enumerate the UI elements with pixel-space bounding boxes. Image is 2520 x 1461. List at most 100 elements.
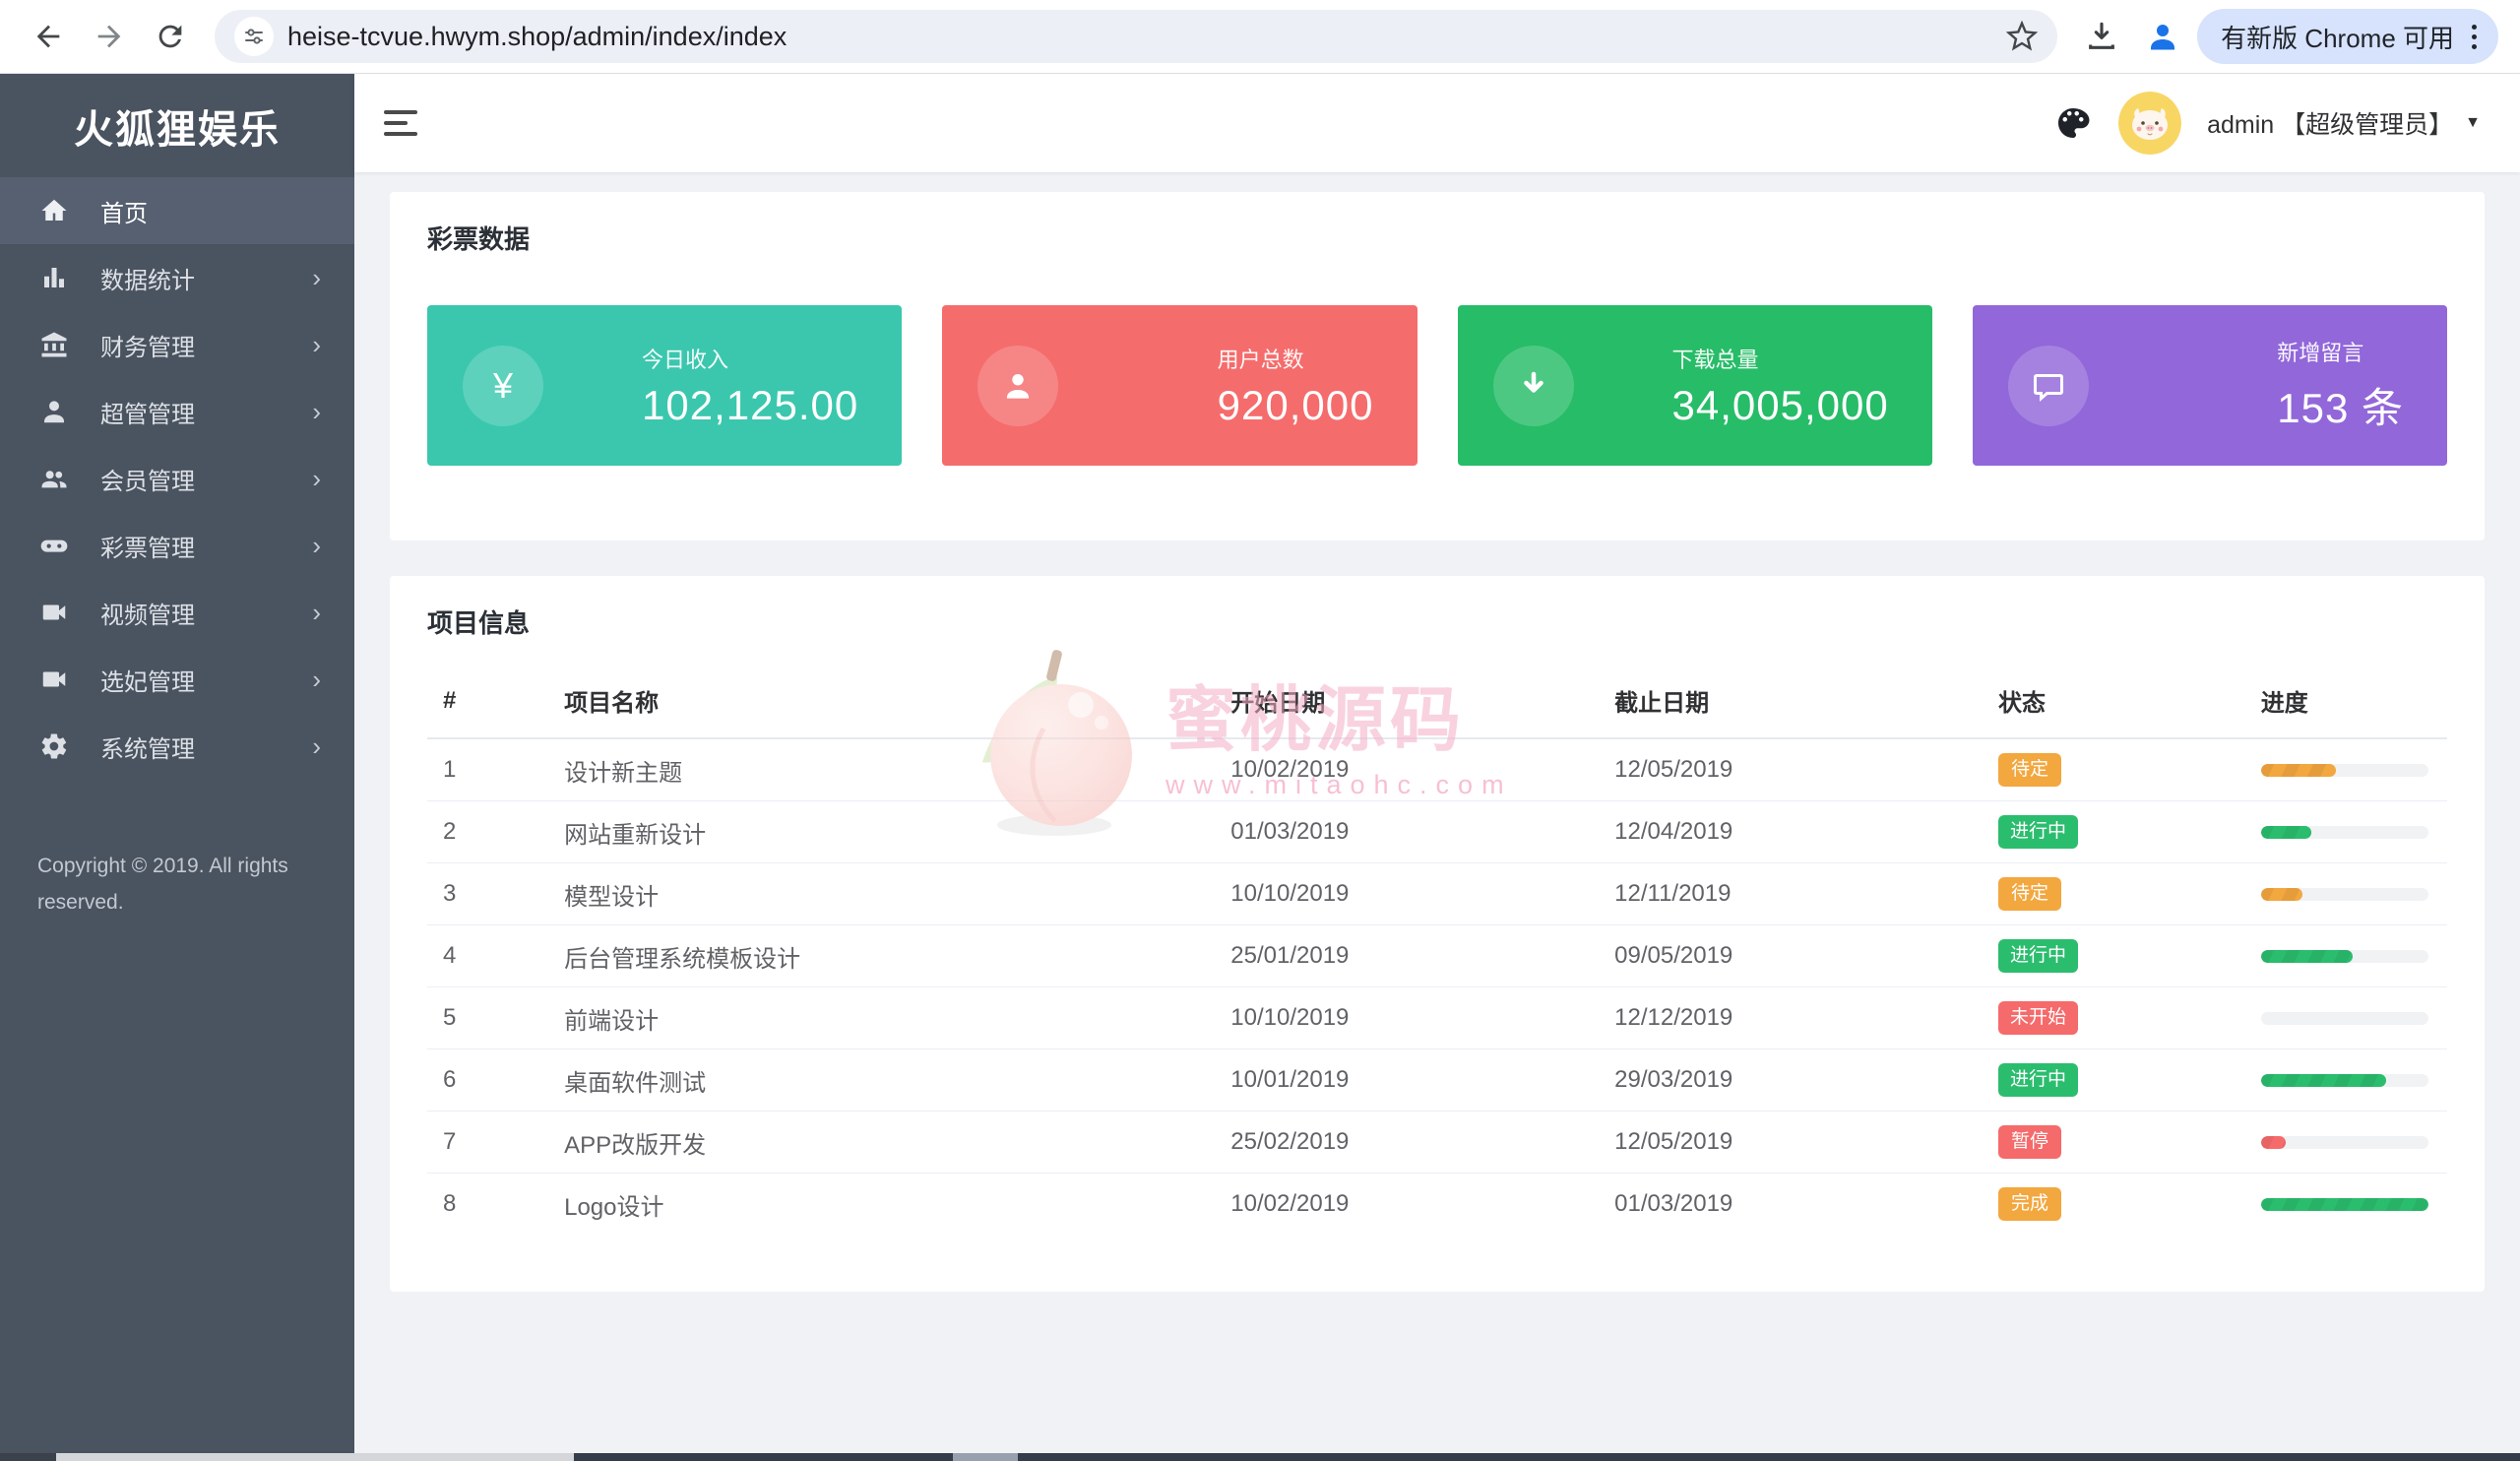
project-name: 网站重新设计 — [548, 800, 1216, 863]
download-arrow-icon — [1492, 345, 1574, 426]
sidebar-item-label: 会员管理 — [100, 468, 195, 495]
user-dropdown[interactable]: admin 【超级管理员】 ▼ — [2207, 105, 2481, 141]
projects-table: # 项目名称 开始日期 截止日期 状态 进度 1 设计新主题 10/02/201 — [427, 666, 2447, 1235]
person-icon — [977, 345, 1059, 426]
stat-label: 下载总量 — [1671, 347, 1759, 372]
comment-icon — [2007, 345, 2089, 426]
sidebar-item-label: 财务管理 — [100, 334, 195, 361]
table-row: 7 APP改版开发 25/02/2019 12/05/2019 暂停 — [427, 1111, 2447, 1174]
back-arrow-icon — [36, 25, 60, 48]
status-badge: 进行中 — [1998, 814, 2079, 850]
project-name: 前端设计 — [548, 986, 1216, 1049]
start-date: 10/01/2019 — [1215, 1048, 1600, 1112]
table-row: 8 Logo设计 10/02/2019 01/03/2019 完成 — [427, 1174, 2447, 1236]
sidebar-item-home[interactable]: 首页 — [0, 177, 354, 244]
copyright-text: Copyright © 2019. All rights reserved. — [37, 855, 288, 914]
bank-icon — [37, 328, 71, 361]
project-name: APP改版开发 — [548, 1111, 1216, 1174]
row-index: 8 — [443, 1190, 457, 1217]
table-row: 6 桌面软件测试 10/01/2019 29/03/2019 进行中 — [427, 1048, 2447, 1112]
sidebar-item-label: 超管管理 — [100, 401, 195, 428]
end-date: 09/05/2019 — [1599, 924, 1984, 987]
sidebar-item-video[interactable]: 视频管理 › — [0, 579, 354, 646]
progress-bar — [2260, 1073, 2428, 1087]
chevron-right-icon: › — [312, 263, 321, 292]
hamburger-menu-icon[interactable] — [384, 101, 427, 145]
lottery-data-panel: 彩票数据 ¥ 今日收入 102,125.00 用户总数 920,000 下载总量… — [390, 192, 2485, 540]
stat-value: 153 条 — [2277, 385, 2404, 431]
bar-chart-icon — [37, 261, 71, 294]
sidebar-item-xuanfei[interactable]: 选妃管理 › — [0, 646, 354, 713]
progress-bar — [2260, 887, 2428, 901]
download-button[interactable] — [2075, 10, 2128, 63]
address-bar[interactable]: heise-tcvue.hwym.shop/admin/index/index — [215, 10, 2058, 63]
chevron-right-icon: › — [312, 731, 321, 761]
yen-icon: ¥ — [463, 345, 543, 426]
bookmark-star-icon[interactable] — [2006, 21, 2039, 52]
status-badge: 进行中 — [1998, 938, 2079, 974]
stat-cards: ¥ 今日收入 102,125.00 用户总数 920,000 下载总量 34,0… — [427, 305, 2447, 466]
chevron-right-icon: › — [312, 397, 321, 426]
status-badge: 进行中 — [1998, 1062, 2079, 1098]
table-row: 2 网站重新设计 01/03/2019 12/04/2019 进行中 — [427, 800, 2447, 863]
profile-button[interactable] — [2136, 10, 2189, 63]
chrome-update-text: 有新版 Chrome 可用 — [2221, 23, 2454, 53]
theme-palette-icon[interactable] — [2053, 103, 2093, 143]
sidebar-item-statistics[interactable]: 数据统计 › — [0, 244, 354, 311]
videocam-icon — [37, 596, 71, 629]
progress-bar — [2260, 1197, 2428, 1211]
row-index: 5 — [427, 986, 549, 1049]
col-start-date: 开始日期 — [1215, 666, 1600, 739]
col-project-name: 项目名称 — [548, 666, 1216, 739]
forward-button[interactable] — [83, 10, 136, 63]
col-progress: 进度 — [2244, 666, 2447, 739]
sidebar-item-label: 系统管理 — [100, 735, 195, 763]
start-date: 01/03/2019 — [1215, 800, 1600, 863]
start-date: 10/02/2019 — [1215, 738, 1600, 801]
sidebar-item-members[interactable]: 会员管理 › — [0, 445, 354, 512]
url-text[interactable]: heise-tcvue.hwym.shop/admin/index/index — [287, 22, 1992, 52]
back-button[interactable] — [22, 10, 75, 63]
reload-button[interactable] — [144, 10, 197, 63]
app-logo: 火狐狸娱乐 — [74, 107, 281, 152]
end-date: 01/03/2019 — [1614, 1190, 1733, 1217]
status-badge: 完成 — [1998, 1186, 2062, 1222]
site-info-icon[interactable] — [234, 17, 274, 56]
stat-card-downloads: 下载总量 34,005,000 — [1457, 305, 1932, 466]
table-row: 4 后台管理系统模板设计 25/01/2019 09/05/2019 进行中 — [427, 924, 2447, 987]
chrome-update-badge[interactable]: 有新版 Chrome 可用 — [2197, 9, 2498, 64]
caret-down-icon: ▼ — [2465, 114, 2481, 131]
stat-card-users: 用户总数 920,000 — [942, 305, 1418, 466]
browser-menu-icon[interactable] — [2464, 19, 2485, 55]
stat-card-income: ¥ 今日收入 102,125.00 — [427, 305, 903, 466]
start-date: 25/02/2019 — [1215, 1111, 1600, 1174]
status-badge: 待定 — [1998, 876, 2062, 912]
stat-label: 新增留言 — [2277, 341, 2364, 365]
avatar[interactable] — [2118, 92, 2182, 155]
row-index: 2 — [427, 800, 549, 863]
sidebar-item-label: 数据统计 — [100, 267, 195, 294]
sidebar-item-superadmin[interactable]: 超管管理 › — [0, 378, 354, 445]
sidebar-item-system[interactable]: 系统管理 › — [0, 713, 354, 780]
table-row: 3 模型设计 10/10/2019 12/11/2019 待定 — [427, 862, 2447, 925]
user-icon — [37, 395, 71, 428]
browser-toolbar: heise-tcvue.hwym.shop/admin/index/index … — [0, 0, 2520, 74]
section-title-projects: 项目信息 — [427, 608, 531, 638]
end-date: 12/05/2019 — [1599, 1111, 1984, 1174]
col-end-date: 截止日期 — [1599, 666, 1984, 739]
sidebar-item-finance[interactable]: 财务管理 › — [0, 311, 354, 378]
forward-arrow-icon — [97, 25, 121, 48]
progress-bar — [2260, 763, 2428, 777]
end-date: 12/05/2019 — [1599, 738, 1984, 801]
taskbar-strip — [0, 1453, 2520, 1461]
sidebar: 火狐狸娱乐 首页 数据统计 › 财务管理 › 超管管理 › 会员管理 › 彩票管… — [0, 74, 354, 1461]
gamepad-icon — [37, 529, 71, 562]
project-name: 桌面软件测试 — [548, 1048, 1216, 1112]
sidebar-item-lottery[interactable]: 彩票管理 › — [0, 512, 354, 579]
sidebar-item-label: 首页 — [100, 200, 148, 227]
start-date: 10/10/2019 — [1215, 986, 1600, 1049]
table-row: 1 设计新主题 10/02/2019 12/05/2019 待定 — [427, 738, 2447, 801]
start-date: 25/01/2019 — [1215, 924, 1600, 987]
status-badge: 未开始 — [1998, 1000, 2079, 1036]
table-row: 5 前端设计 10/10/2019 12/12/2019 未开始 — [427, 986, 2447, 1049]
